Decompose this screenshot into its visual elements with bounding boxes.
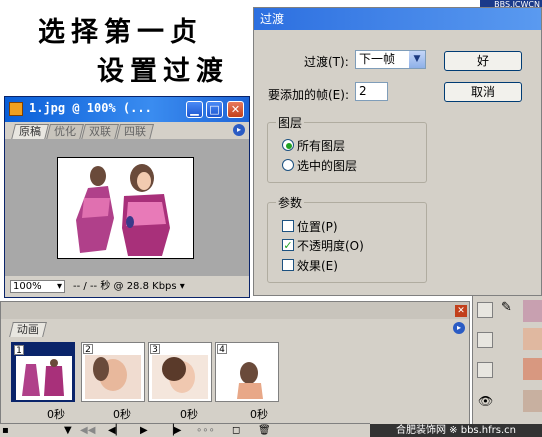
play-icon[interactable]: ▶ bbox=[140, 424, 148, 437]
frame-delay[interactable]: 0秒 bbox=[113, 406, 131, 422]
view-tabs: 原稿 优化 双联 四联 ▸ bbox=[5, 122, 249, 140]
frame-number: 4 bbox=[217, 344, 227, 355]
frame-delay[interactable]: 0秒 bbox=[180, 406, 198, 422]
selected-layer-label: 选中的图层 bbox=[297, 159, 358, 173]
radio-selected-icon bbox=[286, 143, 292, 149]
loop-select[interactable]: ▪ bbox=[2, 424, 9, 437]
frame-item[interactable]: 4 bbox=[215, 342, 279, 402]
frames-area: 1 0秒 2 0秒 3 0秒 4 0秒 bbox=[5, 338, 469, 424]
frames-to-add-input[interactable]: 2 bbox=[355, 82, 388, 101]
all-layers-label: 所有图层 bbox=[297, 139, 346, 153]
frame-thumbnail bbox=[219, 355, 275, 399]
tween-select[interactable]: 下一帧 ▼ bbox=[355, 50, 426, 69]
frame-item[interactable]: 1 bbox=[11, 342, 75, 402]
tab-original[interactable]: 原稿 bbox=[11, 124, 49, 140]
tween-label: 过渡(T): bbox=[304, 55, 349, 69]
photo-canvas bbox=[57, 157, 194, 259]
tab-2up[interactable]: 双联 bbox=[81, 124, 119, 140]
tween-icon[interactable]: ∘∘∘ bbox=[196, 424, 215, 437]
image-window-titlebar[interactable]: 1.jpg @ 100% (... ▁ □ ✕ bbox=[5, 97, 249, 122]
frame-thumbnail bbox=[16, 356, 72, 400]
layer-visibility-box[interactable] bbox=[477, 332, 493, 348]
tab-4up[interactable]: 四联 bbox=[116, 124, 154, 140]
chevron-down-icon[interactable]: ▼ bbox=[64, 424, 72, 437]
selected-layer-radio[interactable] bbox=[282, 159, 294, 171]
brush-icon: ✎ bbox=[501, 300, 512, 315]
canvas-area bbox=[5, 139, 249, 276]
position-checkbox[interactable] bbox=[282, 220, 294, 232]
frame-thumbnail bbox=[152, 355, 208, 399]
frame-thumbnail bbox=[85, 355, 141, 399]
animation-palette: ✕ 动画 ▸ 1 0秒 2 0秒 3 0秒 4 0秒 bbox=[0, 301, 470, 437]
palette-menu-icon[interactable]: ▸ bbox=[453, 322, 465, 334]
all-layers-radio[interactable] bbox=[282, 139, 294, 151]
status-bar: 100% ▾ -- / -- 秒 @ 28.8 Kbps ▾ bbox=[5, 276, 249, 297]
layers-group-title: 图层 bbox=[276, 114, 305, 131]
layers-palette: ✎ 👁 bbox=[472, 296, 542, 424]
photo-image bbox=[76, 164, 170, 256]
next-frame-icon[interactable]: ▕▶ bbox=[166, 424, 181, 437]
download-time-status[interactable]: -- / -- 秒 @ 28.8 Kbps ▾ bbox=[73, 280, 185, 293]
parameters-group-title: 参数 bbox=[276, 194, 305, 211]
palette-tabbar: 动画 ▸ bbox=[1, 320, 469, 337]
cancel-button[interactable]: 取消 bbox=[444, 82, 522, 102]
chevron-down-icon: ▼ bbox=[409, 51, 425, 68]
image-window: 1.jpg @ 100% (... ▁ □ ✕ 原稿 优化 双联 四联 ▸ 100% ▾… bbox=[4, 96, 250, 298]
ok-button[interactable]: 好 bbox=[444, 51, 522, 71]
photoshop-app-icon bbox=[9, 102, 23, 116]
frame-item[interactable]: 2 bbox=[81, 342, 145, 402]
layer-visibility-box[interactable] bbox=[477, 362, 493, 378]
position-label: 位置(P) bbox=[297, 220, 338, 234]
chevron-down-icon: ▾ bbox=[56, 281, 62, 292]
previous-frame-icon[interactable]: ◀▏ bbox=[108, 424, 123, 437]
first-frame-icon[interactable]: ◀◀ bbox=[80, 424, 95, 437]
delete-frame-icon[interactable]: 🗑 bbox=[258, 424, 271, 437]
close-icon: ✕ bbox=[230, 103, 241, 116]
layer-thumbnail[interactable] bbox=[523, 390, 542, 412]
maximize-button[interactable]: □ bbox=[206, 101, 223, 118]
eye-icon[interactable]: 👁 bbox=[478, 394, 493, 408]
frame-number: 1 bbox=[14, 345, 24, 356]
layer-thumbnail[interactable] bbox=[523, 328, 542, 350]
checkmark-icon: ✓ bbox=[283, 239, 293, 252]
layer-thumbnail[interactable] bbox=[523, 300, 542, 322]
frames-to-add-label: 要添加的帧(E): bbox=[268, 88, 349, 102]
watermark-bottom: 合肥装饰网 ※ bbs.hfrs.cn bbox=[370, 424, 542, 437]
effects-label: 效果(E) bbox=[297, 259, 338, 273]
zoom-select[interactable]: 100% ▾ bbox=[10, 280, 65, 293]
close-icon[interactable]: ✕ bbox=[455, 305, 467, 317]
frame-number: 3 bbox=[150, 344, 160, 355]
duplicate-frame-icon[interactable]: ◻ bbox=[232, 424, 240, 437]
effects-checkbox[interactable] bbox=[282, 259, 294, 271]
image-window-title: 1.jpg @ 100% (... bbox=[29, 101, 152, 115]
instruction-step1: 选择第一贞 bbox=[38, 17, 203, 48]
frame-item[interactable]: 3 bbox=[148, 342, 212, 402]
layer-visibility-box[interactable] bbox=[477, 302, 493, 318]
chevron-down-icon: ▾ bbox=[179, 281, 185, 292]
layer-thumbnail[interactable] bbox=[523, 358, 542, 380]
tab-animation[interactable]: 动画 bbox=[9, 322, 47, 337]
dialog-title: 过渡 bbox=[254, 8, 541, 30]
animation-controls: ▪ ▼ ◀◀ ◀▏ ▶ ▕▶ ∘∘∘ ◻ 🗑 bbox=[0, 423, 370, 437]
tab-optimized[interactable]: 优化 bbox=[46, 124, 84, 140]
palette-menu-icon[interactable]: ▸ bbox=[233, 124, 245, 136]
palette-titlebar[interactable] bbox=[1, 302, 469, 319]
tween-dialog: 过渡 过渡(T): 下一帧 ▼ 要添加的帧(E): 2 好 取消 图层 所有图层… bbox=[253, 7, 542, 296]
opacity-checkbox[interactable]: ✓ bbox=[282, 239, 294, 251]
frame-number: 2 bbox=[83, 344, 93, 355]
frame-delay[interactable]: 0秒 bbox=[47, 406, 65, 422]
instruction-step2: 设置过渡 bbox=[97, 56, 229, 87]
maximize-icon: □ bbox=[209, 103, 220, 116]
close-button[interactable]: ✕ bbox=[227, 101, 244, 118]
minimize-button[interactable]: ▁ bbox=[186, 101, 203, 118]
minimize-icon: ▁ bbox=[190, 103, 199, 116]
frame-delay[interactable]: 0秒 bbox=[250, 406, 268, 422]
opacity-label: 不透明度(O) bbox=[297, 239, 364, 253]
